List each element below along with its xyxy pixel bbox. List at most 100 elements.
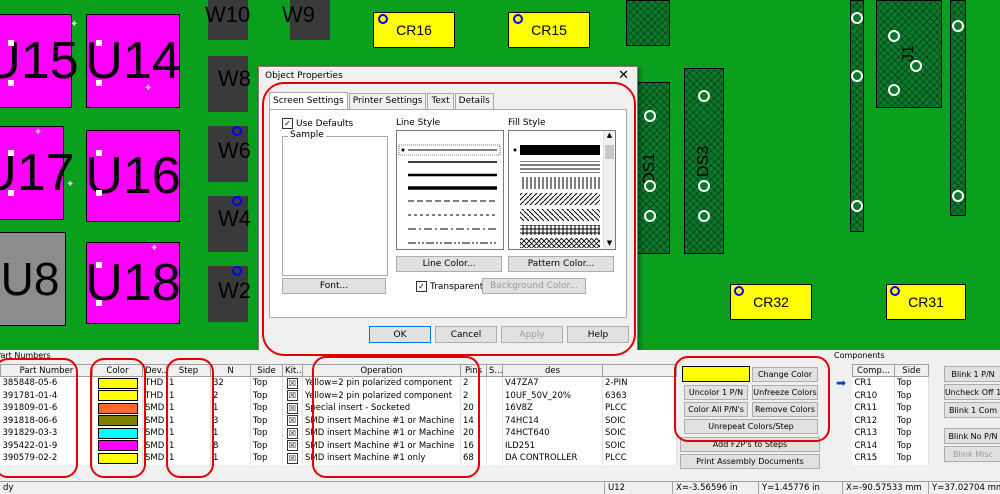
ok-button[interactable]: OK bbox=[369, 326, 431, 343]
use-defaults-row[interactable]: ✓ Use Defaults bbox=[282, 118, 353, 129]
component-u18[interactable]: U18 bbox=[85, 242, 181, 324]
table-row[interactable]: CR14 Top bbox=[852, 439, 929, 452]
kit-checkbox[interactable]: ☒ bbox=[287, 415, 298, 427]
column-header-des[interactable]: des bbox=[502, 364, 603, 377]
color-swatch[interactable] bbox=[97, 427, 138, 439]
help-button[interactable]: Help bbox=[567, 326, 629, 343]
close-icon[interactable]: ✕ bbox=[618, 68, 629, 83]
column-header-side[interactable]: Side bbox=[250, 364, 283, 377]
use-defaults-checkbox[interactable]: ✓ bbox=[282, 118, 293, 129]
column-header-step[interactable]: Step bbox=[166, 364, 211, 377]
table-row[interactable]: 391818-06-6 SMD 1 3 Top ☒ SMD insert Machine #… bbox=[0, 414, 677, 427]
blink-one-pn-button[interactable]: Blink 1 P/N bbox=[944, 366, 1000, 382]
kit-checkbox[interactable]: ☒ bbox=[287, 452, 298, 464]
print-assembly-button[interactable]: Print Assembly Documents bbox=[680, 454, 820, 469]
font-button[interactable]: Font... bbox=[282, 278, 386, 294]
cancel-button[interactable]: Cancel bbox=[435, 326, 497, 343]
color-swatch[interactable] bbox=[97, 390, 138, 402]
kit-checkbox[interactable]: ☒ bbox=[287, 440, 298, 452]
component-u14[interactable]: U14 bbox=[85, 14, 181, 108]
unrepeat-colors-button[interactable]: Unrepeat Colors/Step bbox=[684, 419, 818, 434]
table-row[interactable]: CR10 Top bbox=[852, 389, 929, 402]
kit-checkbox[interactable]: ☒ bbox=[287, 427, 298, 439]
tab-screen-settings[interactable]: Screen Settings bbox=[269, 92, 348, 109]
component-u16[interactable]: U16 bbox=[85, 130, 181, 222]
current-color-swatch[interactable] bbox=[682, 366, 750, 382]
tab-printer-settings[interactable]: Printer Settings bbox=[348, 93, 427, 109]
table-row[interactable]: CR1 Top bbox=[852, 376, 929, 390]
s-cell bbox=[486, 389, 503, 402]
table-row[interactable]: 395422-01-9 SMD 1 8 Top ☒ SMD insert Machine #… bbox=[0, 439, 677, 452]
blink-no-pn-button[interactable]: Blink No P/N bbox=[944, 428, 1000, 444]
column-header-kit[interactable]: Kit... bbox=[282, 364, 303, 377]
change-color-button[interactable]: Change Color bbox=[752, 367, 818, 382]
extra-cell: SOIC bbox=[602, 439, 677, 452]
component-u17[interactable]: U17 bbox=[0, 126, 75, 220]
table-row[interactable]: CR13 Top bbox=[852, 427, 929, 440]
unfreeze-colors-button[interactable]: Unfreeze Colors bbox=[752, 385, 818, 400]
apply-button[interactable]: Apply bbox=[501, 326, 563, 343]
transparent-row[interactable]: ✓ Transparent bbox=[416, 281, 483, 292]
des-cell: 74HCT640 bbox=[502, 427, 603, 440]
color-swatch[interactable] bbox=[97, 452, 138, 464]
component-j1[interactable]: J1 bbox=[876, 0, 942, 108]
w-label: W2 bbox=[218, 278, 251, 303]
color-swatch[interactable] bbox=[97, 415, 138, 427]
line-color-button[interactable]: Line Color... bbox=[396, 256, 502, 272]
column-header-device[interactable]: Dev... bbox=[142, 364, 167, 377]
kit-checkbox[interactable]: ☒ bbox=[287, 377, 298, 389]
scroll-thumb[interactable] bbox=[605, 145, 614, 159]
background-color-button[interactable]: Background Color... bbox=[482, 278, 586, 294]
n-cell: 1 bbox=[210, 402, 251, 415]
column-header-operation[interactable]: Operation bbox=[302, 364, 461, 377]
table-row[interactable]: 385848-05-6 THD 1 32 Top ☒ Yellow=2 pin polari… bbox=[0, 376, 677, 390]
color-swatch[interactable] bbox=[97, 440, 138, 452]
add-f2p-button[interactable]: Add F2P's to Steps bbox=[680, 437, 820, 452]
table-row[interactable]: 391781-01-4 THD 1 2 Top ☒ Yellow=2 pin polariz… bbox=[0, 389, 677, 402]
table-row[interactable]: CR12 Top bbox=[852, 414, 929, 427]
color-swatch[interactable] bbox=[97, 377, 138, 389]
chevron-down-icon[interactable]: ▼ bbox=[604, 239, 615, 249]
table-row[interactable]: 391809-01-6 SMD 1 1 Top ☒ Special insert - Soc… bbox=[0, 402, 677, 415]
line-style-list[interactable] bbox=[396, 130, 504, 250]
uncolor-one-button[interactable]: Uncolor 1 P/N bbox=[684, 385, 748, 400]
transparent-checkbox[interactable]: ✓ bbox=[416, 281, 427, 292]
uncheck-off-button[interactable]: Uncheck Off 1 bbox=[944, 384, 1000, 400]
tab-details[interactable]: Details bbox=[454, 93, 494, 109]
color-swatch[interactable] bbox=[97, 402, 138, 414]
parts-table[interactable]: Part Number Color Dev... Step N Side Kit… bbox=[0, 364, 677, 465]
pins-cell: 16 bbox=[460, 439, 487, 452]
column-header-n[interactable]: N bbox=[210, 364, 251, 377]
column-header-extra[interactable] bbox=[602, 364, 677, 377]
kit-cell: ☒ bbox=[282, 389, 303, 402]
chevron-up-icon[interactable]: ▲ bbox=[604, 131, 615, 141]
fill-style-scrollbar[interactable]: ▲ ▼ bbox=[603, 131, 615, 249]
kit-checkbox[interactable]: ☒ bbox=[287, 402, 298, 414]
column-header-part-number[interactable]: Part Number bbox=[0, 364, 93, 377]
blink-one-comp-button[interactable]: Blink 1 Com bbox=[944, 402, 1000, 418]
n-cell: 1 bbox=[210, 452, 251, 465]
table-row[interactable]: CR15 Top bbox=[852, 452, 929, 465]
component-u15[interactable]: U15 bbox=[0, 14, 79, 108]
connector-strip bbox=[626, 0, 670, 46]
components-table[interactable]: Comp... Side CR1 Top CR10 Top CR11 Top CR12 Top… bbox=[852, 364, 929, 465]
color-all-button[interactable]: Color All P/N's bbox=[684, 402, 748, 417]
component-u8[interactable]: U8 bbox=[0, 232, 66, 326]
blink-misc-button[interactable]: Blink Misc bbox=[944, 446, 1000, 462]
pattern-color-button[interactable]: Pattern Color... bbox=[508, 256, 614, 272]
part-number-cell: 390579-02-2 bbox=[0, 452, 93, 465]
device-cell: THD bbox=[142, 389, 167, 402]
column-header-pins[interactable]: Pins bbox=[460, 364, 487, 377]
column-header-color[interactable]: Color bbox=[92, 364, 143, 377]
fill-style-list[interactable]: ▲ ▼ bbox=[508, 130, 616, 250]
column-header-s[interactable]: S... bbox=[486, 364, 503, 377]
tab-text[interactable]: Text bbox=[427, 93, 454, 109]
s-cell bbox=[486, 439, 503, 452]
table-row[interactable]: 391829-03-3 SMD 1 1 Top ☒ SMD insert Machine #… bbox=[0, 427, 677, 440]
remove-colors-button[interactable]: Remove Colors bbox=[752, 402, 818, 417]
kit-checkbox[interactable]: ☒ bbox=[287, 390, 298, 402]
column-header-comp[interactable]: Comp... bbox=[852, 364, 895, 377]
table-row[interactable]: 390579-02-2 SMD 1 1 Top ☒ SMD insert Machine #… bbox=[0, 452, 677, 465]
table-row[interactable]: CR11 Top bbox=[852, 402, 929, 415]
column-header-comp-side[interactable]: Side bbox=[894, 364, 929, 377]
